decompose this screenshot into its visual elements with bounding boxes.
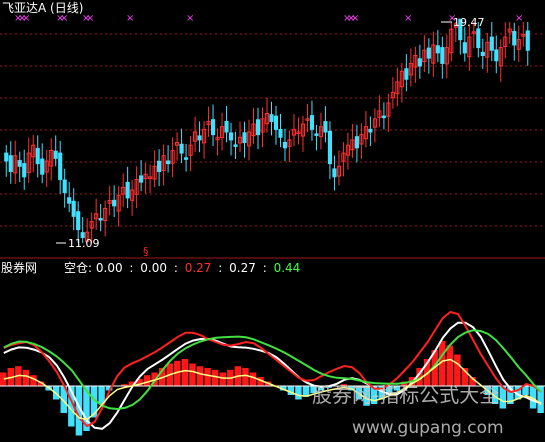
candle-body xyxy=(404,68,409,80)
candle-body xyxy=(184,157,189,160)
candle-body xyxy=(426,47,431,59)
indicator-bar xyxy=(22,369,30,386)
indicator-bar xyxy=(98,386,105,404)
candle-body xyxy=(381,115,386,119)
candle-body xyxy=(476,28,481,49)
indicator-sep-1: : xyxy=(129,261,133,275)
candle-body xyxy=(228,132,234,141)
candle-body xyxy=(8,155,13,173)
candle-body xyxy=(233,144,238,147)
indicator-bar xyxy=(204,368,211,386)
watermark-title: 股券网-指标公式大全 xyxy=(312,383,499,407)
candle-body xyxy=(40,158,45,175)
indicator-value-5: 0.44 xyxy=(274,261,301,275)
indicator-sep-3: : xyxy=(218,261,222,275)
indicator-label: 空仓: xyxy=(64,261,92,275)
candle-body xyxy=(166,160,171,165)
candle-body xyxy=(255,119,261,136)
marker-cross: × xyxy=(515,13,523,24)
high-price-label: 19.47 xyxy=(453,16,485,29)
candle-body xyxy=(62,179,67,194)
indicator-value-4: 0.27 xyxy=(229,261,256,275)
candle-body xyxy=(67,197,72,204)
candle-body xyxy=(197,135,202,141)
indicator-bar xyxy=(454,354,461,386)
indicator-name: 股券网 xyxy=(1,260,37,275)
candle-body xyxy=(327,130,333,165)
candle-body xyxy=(494,49,499,62)
marker-cross: × xyxy=(351,13,359,24)
candle-body xyxy=(224,120,229,133)
watermark-url: www.gupang.com xyxy=(352,418,504,438)
indicator-values: 空仓: 0.00 : 0.00 : 0.27 : 0.27 : 0.44 xyxy=(64,261,300,275)
candles xyxy=(4,18,530,243)
marker-cross: × xyxy=(86,13,94,24)
candle-body xyxy=(4,152,9,162)
candle-body xyxy=(489,36,494,51)
marker-cross: × xyxy=(186,13,194,24)
candle-body xyxy=(323,121,328,133)
indicator-bar xyxy=(249,372,257,386)
candle-body xyxy=(282,141,288,149)
marker-cross: × xyxy=(404,13,412,24)
candle-body xyxy=(210,119,216,136)
candle-body xyxy=(332,168,337,178)
candle-body xyxy=(354,136,359,149)
candle-body xyxy=(58,152,63,180)
candle-body xyxy=(440,47,445,64)
indicator-bar xyxy=(211,369,219,386)
candle-body xyxy=(309,115,315,130)
candle-body xyxy=(525,30,530,51)
candle-body xyxy=(112,199,117,207)
indicator-bar xyxy=(242,368,249,386)
candle-body xyxy=(512,30,517,46)
indicator-bar xyxy=(219,372,226,386)
candle-body xyxy=(242,132,247,144)
price-grid xyxy=(0,33,545,227)
candle-body xyxy=(179,143,184,154)
candle-body xyxy=(139,175,144,183)
indicator-value-1: 0.00 xyxy=(96,261,123,275)
marker-cross: × xyxy=(126,13,134,24)
candle-body xyxy=(71,200,76,217)
indicator-bar xyxy=(196,366,204,386)
candle-body xyxy=(35,147,40,165)
indicator-bar xyxy=(181,359,189,386)
candle-body xyxy=(53,150,58,159)
candle-body xyxy=(480,51,485,56)
indicator-bar xyxy=(189,363,196,386)
candle-body xyxy=(76,211,81,231)
candle-body xyxy=(314,133,319,136)
indicator-value-2: 0.00 xyxy=(140,261,167,275)
chart-title: 飞亚达A (日线) xyxy=(2,1,83,15)
low-annotation: 11.09 xyxy=(56,237,100,250)
candle-body xyxy=(273,115,279,130)
signal-marker: § xyxy=(143,245,149,258)
indicator-bar xyxy=(143,375,151,386)
indicator-value-3: 0.27 xyxy=(185,261,212,275)
candle-body xyxy=(368,128,373,133)
indicator-sep-2: : xyxy=(174,261,178,275)
stock-chart: ××× ×× ×× × × ××× × × × 飞亚达A (日线) 19.47 11.09 § … xyxy=(0,1,545,438)
candle-body xyxy=(435,45,440,54)
indicator-sep-4: : xyxy=(263,261,267,275)
candle-body xyxy=(17,160,22,167)
candle-body xyxy=(269,114,274,122)
candle-body xyxy=(278,128,283,138)
indicator-bar xyxy=(295,386,302,400)
indicator-bar xyxy=(446,345,454,386)
candle-body xyxy=(125,181,130,199)
low-price-label: 11.09 xyxy=(68,237,100,250)
candle-body xyxy=(417,58,422,67)
candle-body xyxy=(22,163,27,178)
candle-body xyxy=(462,42,467,54)
candle-body xyxy=(98,218,103,221)
candle-body xyxy=(157,160,162,173)
